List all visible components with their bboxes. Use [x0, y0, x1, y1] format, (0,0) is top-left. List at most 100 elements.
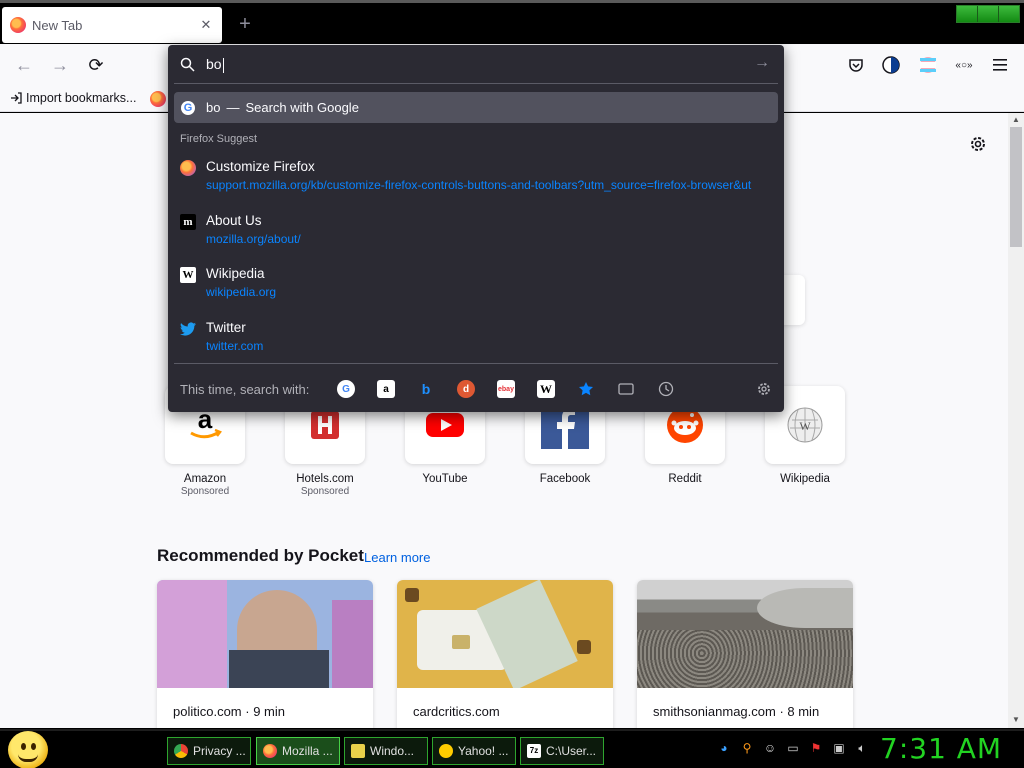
menu-icon[interactable] — [989, 54, 1011, 76]
mozilla-icon: m — [180, 214, 196, 230]
smiley-eye — [21, 743, 26, 750]
scrollbar[interactable]: ▲ ▼ — [1008, 113, 1024, 728]
twitter-icon — [180, 321, 196, 337]
volume-icon[interactable]: 🔈︎ — [854, 740, 870, 756]
window-controls[interactable] — [956, 5, 1020, 23]
amazon-engine-icon[interactable]: a — [377, 380, 395, 398]
url-input-row[interactable]: bo → — [168, 45, 784, 83]
suggest-heading: Firefox Suggest — [180, 133, 258, 145]
suggestion-url: wikipedia.org — [206, 285, 277, 299]
tab-title: New Tab — [32, 17, 83, 33]
divider — [174, 363, 778, 364]
forward-button[interactable]: → — [48, 53, 72, 77]
taskbar-item-mozilla[interactable]: Mozilla ... — [256, 737, 340, 765]
task-label: C:\User... — [546, 744, 597, 758]
taskbar-item-windows[interactable]: Windo... — [344, 737, 428, 765]
card-source: politico.com · 9 min — [173, 704, 285, 719]
account-icon[interactable] — [880, 54, 902, 76]
task-label: Mozilla ... — [282, 744, 333, 758]
suggestion-url: support.mozilla.org/kb/customize-firefox… — [206, 178, 752, 192]
url-input[interactable]: bo — [206, 56, 224, 73]
import-icon — [11, 92, 22, 104]
tab-new-tab[interactable]: New Tab ✕ — [2, 7, 222, 43]
url-input-text: bo — [206, 56, 222, 72]
start-button[interactable] — [8, 731, 48, 768]
urlbar-dropdown: bo → G bo — Search with Google Firefox S… — [168, 45, 784, 412]
suggestion-title: Customize Firefox — [206, 159, 315, 174]
wikipedia-icon: W — [180, 267, 196, 283]
taskbar: Privacy ... Mozilla ... Windo... Yahoo! … — [0, 729, 1024, 768]
text-caret — [222, 57, 224, 73]
taskbar-item-7zip[interactable]: 7z C:\User... — [520, 737, 604, 765]
reload-button[interactable]: ⟳ — [84, 53, 108, 77]
network-globe-icon[interactable]: ◕ — [716, 740, 732, 756]
flag-tray-icon[interactable]: ⚑ — [808, 740, 824, 756]
duckduckgo-engine-icon[interactable]: d — [457, 380, 475, 398]
bookmarks-star-icon[interactable] — [577, 380, 595, 398]
suggestion-customize-firefox[interactable]: Customize Firefox support.mozilla.org/kb… — [180, 156, 770, 206]
search-suggestion-google[interactable]: G bo — Search with Google — [174, 92, 778, 123]
pocket-card[interactable]: smithsonianmag.com · 8 min — [637, 580, 853, 728]
search-settings-gear-icon[interactable] — [755, 380, 773, 398]
card-image — [157, 580, 373, 688]
tab-close-icon[interactable]: ✕ — [198, 17, 214, 33]
minimize-button[interactable] — [957, 6, 978, 22]
import-bookmarks-button[interactable]: Import bookmarks... — [10, 91, 136, 105]
scroll-up-icon[interactable]: ▲ — [1012, 115, 1020, 124]
search-query: bo — [206, 100, 221, 115]
task-label: Windo... — [370, 744, 415, 758]
maximize-button[interactable] — [978, 6, 999, 22]
separator-dash: — — [226, 100, 240, 115]
task-label: Yahoo! ... — [458, 744, 509, 758]
firefox-icon — [263, 744, 277, 758]
clock[interactable]: 7:31 AM — [880, 732, 1002, 765]
wikipedia-engine-icon[interactable]: W — [537, 380, 555, 398]
suggestion-twitter[interactable]: Twitter twitter.com — [180, 317, 770, 367]
scroll-down-icon[interactable]: ▼ — [1012, 715, 1020, 724]
profile-flag-icon[interactable] — [917, 54, 939, 76]
learn-more-link[interactable]: Learn more — [364, 550, 430, 565]
sponsored-label: Sponsored — [300, 486, 350, 497]
firefox-bookmark-icon[interactable] — [150, 91, 166, 107]
shortcut-label: Facebook — [539, 473, 591, 485]
go-arrow-icon[interactable]: → — [754, 54, 770, 72]
bing-engine-icon[interactable]: b — [417, 380, 435, 398]
back-button[interactable]: ← — [12, 53, 36, 77]
firefox-icon — [180, 160, 196, 176]
smiley-mouth — [18, 754, 38, 762]
usb-tray-icon[interactable]: ▭ — [785, 740, 801, 756]
ebay-engine-icon[interactable]: ebay — [497, 380, 515, 398]
shortcut-label: Amazon — [183, 473, 227, 485]
chrome-icon — [174, 744, 188, 758]
network-tray-icon[interactable]: ▣ — [831, 740, 847, 756]
suggestion-about-us[interactable]: m About Us mozilla.org/about/ — [180, 210, 770, 260]
pocket-icon[interactable] — [845, 54, 867, 76]
search-tray-icon[interactable]: ⚲ — [739, 740, 755, 756]
divider — [174, 83, 778, 84]
search-action: Search with Google — [245, 100, 359, 115]
close-window-button[interactable] — [999, 6, 1019, 22]
messenger-tray-icon[interactable]: ☺ — [762, 740, 778, 756]
suggestion-wikipedia[interactable]: W Wikipedia wikipedia.org — [180, 263, 770, 313]
card-image — [637, 580, 853, 688]
shortcut-label: YouTube — [422, 473, 468, 485]
tabs-icon[interactable] — [617, 380, 635, 398]
new-tab-button[interactable]: + — [234, 13, 256, 35]
pocket-card[interactable]: cardcritics.com — [397, 580, 613, 728]
scroll-thumb[interactable] — [1010, 127, 1022, 247]
google-engine-icon[interactable]: G — [337, 380, 355, 398]
taskbar-item-privacy[interactable]: Privacy ... — [167, 737, 251, 765]
yahoo-messenger-icon — [439, 744, 453, 758]
suggestion-url: twitter.com — [206, 339, 264, 353]
pocket-card[interactable]: politico.com · 9 min — [157, 580, 373, 728]
task-label: Privacy ... — [193, 744, 246, 758]
extension-icon[interactable]: «○» — [953, 54, 975, 76]
history-icon[interactable] — [657, 380, 675, 398]
suggestion-title: About Us — [206, 213, 262, 228]
suggestion-title: Twitter — [206, 320, 246, 335]
svg-text:W: W — [799, 419, 811, 433]
screen: New Tab ✕ + ← → ⟳ «○» Import bookmarks..… — [0, 0, 1024, 768]
gear-icon[interactable] — [968, 134, 988, 154]
system-tray: ◕ ⚲ ☺ ▭ ⚑ ▣ 🔈︎ — [716, 740, 870, 756]
taskbar-item-yahoo[interactable]: Yahoo! ... — [432, 737, 516, 765]
